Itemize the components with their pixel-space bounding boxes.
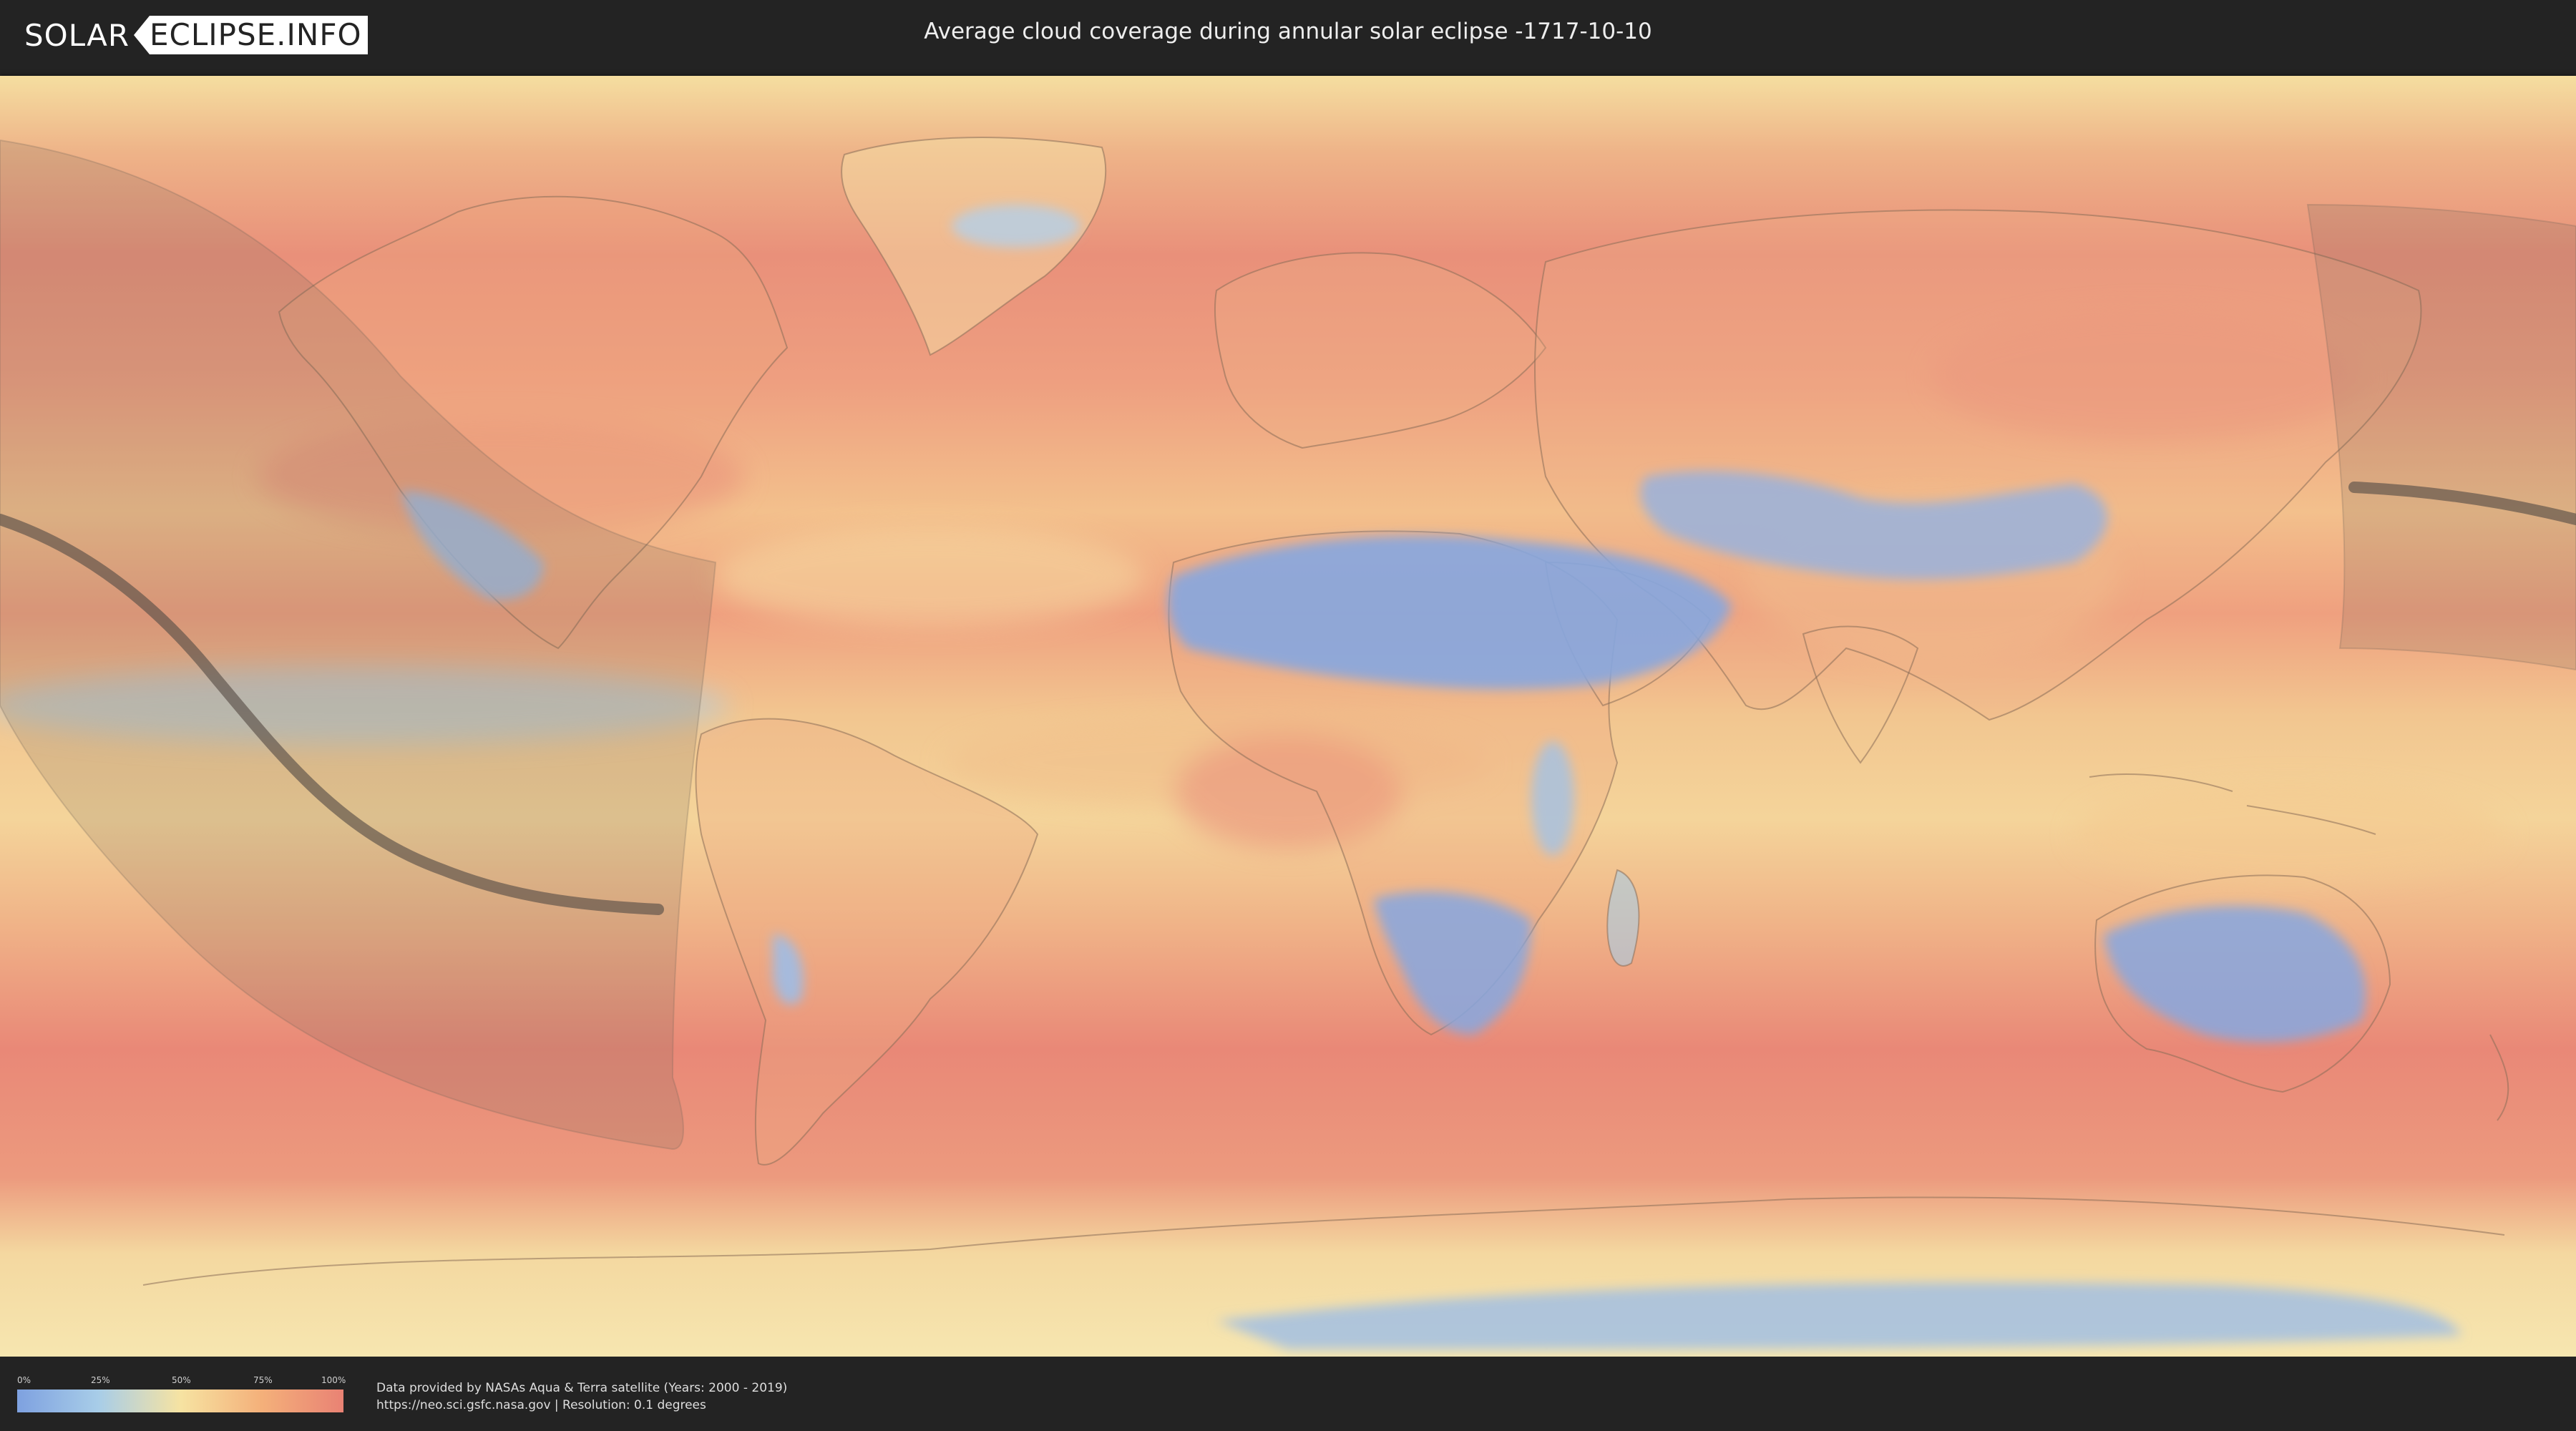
header-bar: SOLAR ECLIPSE.INFO Average cloud coverag… xyxy=(0,0,2576,72)
map-svg xyxy=(0,76,2576,1357)
credit-line-url[interactable]: https://neo.sci.gsfc.nasa.gov | Resoluti… xyxy=(376,1397,787,1414)
legend-tick-50: 50% xyxy=(172,1375,191,1385)
legend-tick-25: 25% xyxy=(91,1375,110,1385)
legend-tick-100: 100% xyxy=(321,1375,346,1385)
eclipse-visibility-band-east xyxy=(2306,203,2576,671)
legend-ticks: 0% 25% 50% 75% 100% xyxy=(17,1374,346,1390)
credit-line-source: Data provided by NASAs Aqua & Terra sate… xyxy=(376,1381,788,1395)
legend-tick-75: 75% xyxy=(253,1375,273,1385)
cloud-coverage-legend: 0% 25% 50% 75% 100% xyxy=(17,1374,346,1412)
legend-color-bar xyxy=(17,1390,343,1412)
legend-tick-0: 0% xyxy=(17,1375,31,1385)
cloud-coverage-map[interactable] xyxy=(0,76,2576,1357)
footer-bar: 0% 25% 50% 75% 100% Data provided by NAS… xyxy=(0,1357,2576,1431)
page-title: Average cloud coverage during annular so… xyxy=(924,19,1652,44)
data-credits: Data provided by NASAs Aqua & Terra sate… xyxy=(376,1379,787,1414)
